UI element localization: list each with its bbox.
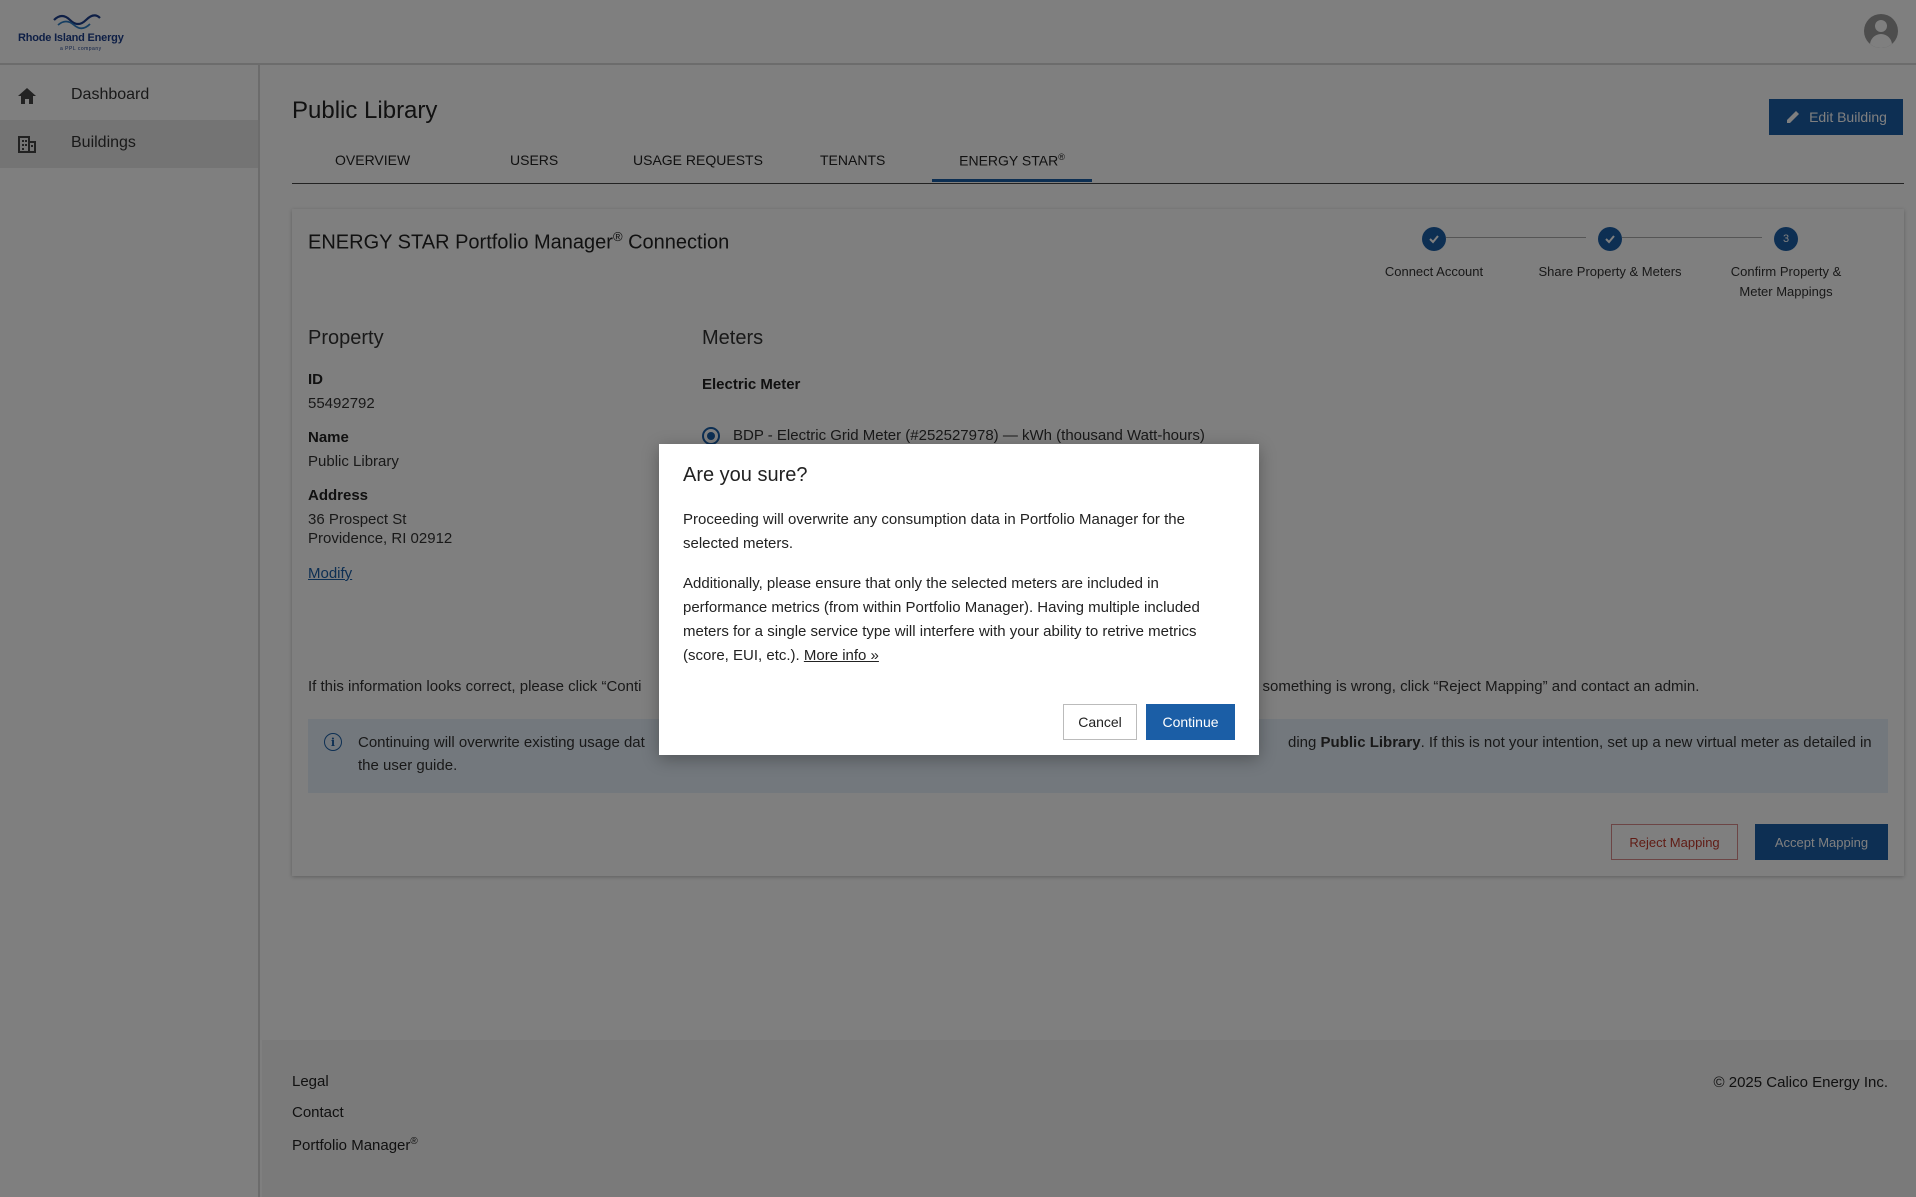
confirm-dialog: Are you sure? Proceeding will overwrite …	[659, 444, 1259, 755]
dialog-paragraph-1: Proceeding will overwrite any consumptio…	[683, 511, 1185, 552]
dialog-title: Are you sure?	[683, 464, 808, 486]
dialog-paragraph-2-text: Additionally, please ensure that only th…	[683, 575, 1200, 664]
cancel-button[interactable]: Cancel	[1063, 704, 1137, 740]
more-info-link[interactable]: More info »	[804, 647, 879, 664]
dialog-paragraph-2: Additionally, please ensure that only th…	[683, 572, 1239, 668]
continue-button[interactable]: Continue	[1146, 704, 1235, 740]
